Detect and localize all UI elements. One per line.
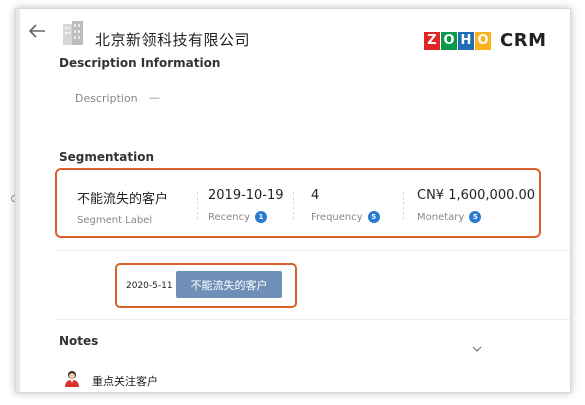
description-label: Description — [75, 92, 138, 105]
note-item-text: 重点关注客户 — [92, 375, 158, 388]
left-edge — [16, 9, 20, 392]
history-date: 2020-5-11 — [126, 281, 173, 291]
description-section-title: Description Information — [59, 56, 221, 70]
segmentation-panel: 不能流失的客户 Segment Label 2019-10-19 Recency… — [55, 168, 541, 238]
company-building-icon — [63, 21, 83, 45]
monetary-field: CN¥ 1,600,000.00 Monetary 5 — [417, 188, 535, 223]
recency-value: 2019-10-19 — [208, 188, 284, 203]
record-header: 北京新领科技有限公司 Z O H O CRM — [16, 9, 570, 57]
column-divider — [293, 192, 294, 220]
frequency-score-badge: 5 — [367, 211, 380, 223]
recency-label: Recency — [208, 211, 251, 223]
monetary-label: Monetary — [417, 211, 465, 223]
segmentation-section-title: Segmentation — [59, 150, 155, 164]
company-name: 北京新领科技有限公司 — [95, 31, 251, 49]
frequency-value: 4 — [311, 188, 320, 203]
notes-section-title: Notes — [59, 334, 99, 348]
zoho-crm-logo: Z O H O CRM — [424, 30, 546, 51]
monetary-score-badge: 5 — [469, 211, 482, 223]
segment-value: 不能流失的客户 — [77, 192, 169, 207]
chevron-down-icon[interactable] — [472, 345, 482, 353]
column-divider — [197, 192, 198, 220]
logo-tile: O — [475, 31, 491, 50]
logo-tile: Z — [424, 31, 440, 50]
column-divider — [403, 192, 404, 220]
frequency-label: Frequency — [311, 211, 363, 223]
recency-score-badge: 1 — [255, 211, 268, 223]
product-name: CRM — [500, 30, 547, 51]
section-divider — [56, 319, 570, 320]
segment-label-field: 不能流失的客户 Segment Label — [77, 188, 168, 226]
logo-tile: O — [441, 31, 457, 50]
segment-label: Segment Label — [77, 215, 153, 226]
section-divider — [56, 250, 570, 251]
description-value: — — [149, 91, 160, 104]
back-arrow-icon[interactable] — [28, 23, 46, 39]
segment-history-entry: 2020-5-11 不能流失的客户 — [115, 263, 297, 308]
monetary-value: CN¥ 1,600,000.00 — [417, 188, 536, 203]
crm-record-window: 北京新领科技有限公司 Z O H O CRM Description Infor… — [15, 8, 571, 393]
frequency-field: 4 Frequency 5 — [311, 188, 380, 223]
history-segment-button[interactable]: 不能流失的客户 — [176, 271, 282, 298]
user-avatar-icon — [65, 371, 79, 387]
recency-field: 2019-10-19 Recency 1 — [208, 188, 284, 223]
logo-tile: H — [458, 31, 474, 50]
